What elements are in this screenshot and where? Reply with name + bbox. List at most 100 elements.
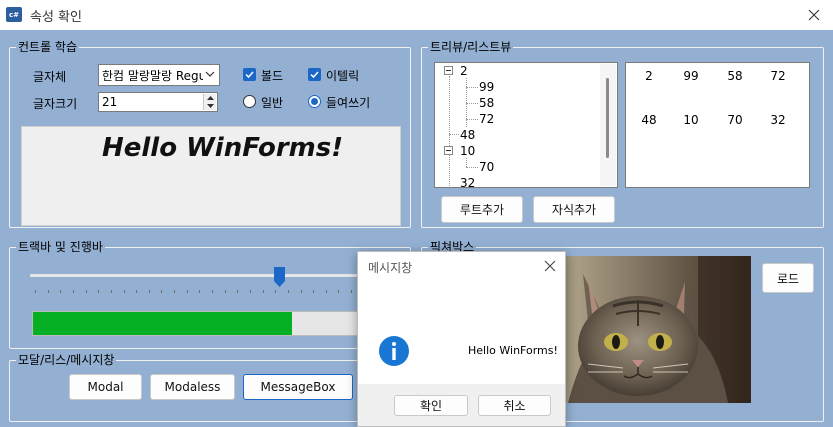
ok-button[interactable]: 확인 (394, 395, 468, 416)
list-item[interactable]: 72 (758, 69, 798, 83)
normal-label[interactable]: 일반 (261, 94, 283, 111)
collapse-icon[interactable] (444, 146, 453, 155)
tree-node[interactable]: 58 (479, 96, 494, 110)
tree-line (466, 103, 478, 104)
info-icon (379, 336, 409, 366)
track-tick (110, 290, 112, 293)
listview[interactable]: 2 99 58 72 48 10 70 32 (625, 62, 810, 188)
list-item[interactable]: 2 (629, 69, 669, 83)
track-group-title: 트랙바 및 진행바 (16, 239, 105, 255)
list-item[interactable]: 58 (715, 69, 755, 83)
cancel-button[interactable]: 취소 (478, 395, 551, 416)
check-icon (245, 71, 254, 79)
scroll-thumb[interactable] (606, 78, 609, 158)
track-tick (224, 290, 226, 293)
add-child-button[interactable]: 자식추가 (533, 196, 615, 223)
font-label: 글자체 (33, 70, 67, 84)
bold-checkbox[interactable] (243, 68, 256, 81)
close-icon[interactable] (541, 257, 559, 275)
message-box-footer: 확인 취소 (358, 384, 565, 426)
track-tick (275, 290, 277, 293)
indent-label[interactable]: 들여쓰기 (326, 94, 370, 111)
tree-node[interactable]: 2 (460, 64, 468, 78)
track-tick (212, 290, 213, 293)
track-tick (174, 290, 176, 293)
track-tick (148, 290, 150, 293)
tree-node[interactable]: 48 (460, 128, 475, 142)
message-box-title: 메시지창 (368, 261, 413, 275)
track-tick (60, 290, 62, 293)
track-tick (72, 290, 74, 293)
italic-label[interactable]: 이텔릭 (326, 67, 359, 84)
track-line (30, 274, 394, 277)
list-item[interactable]: 10 (671, 113, 711, 127)
tree-line (466, 158, 467, 167)
track-tick (237, 290, 239, 293)
size-value: 21 (102, 95, 118, 109)
track-tick (313, 290, 315, 293)
tree-scrollbar[interactable] (600, 64, 616, 186)
message-text: Hello WinForms! (468, 344, 558, 357)
treeview[interactable]: 2 99 58 72 48 10 70 32 (434, 62, 618, 188)
track-tick (300, 290, 302, 293)
list-item[interactable]: 48 (629, 113, 669, 127)
spin-buttons[interactable] (203, 94, 216, 110)
font-group-title: 컨트롤 학습 (16, 39, 80, 55)
progress-bar (32, 311, 362, 336)
tree-line (449, 134, 459, 135)
window-title: 속성 확인 (30, 10, 82, 25)
title-bar: c# 속성 확인 (0, 0, 833, 30)
track-tick (338, 290, 340, 293)
spin-up-icon[interactable] (204, 94, 216, 102)
tree-node[interactable]: 32 (460, 176, 475, 187)
list-item[interactable]: 99 (671, 69, 711, 83)
tree-node[interactable]: 10 (460, 144, 475, 158)
tree-node[interactable]: 99 (479, 80, 494, 94)
preview-text: Hello WinForms! (102, 133, 344, 163)
italic-checkbox[interactable] (308, 68, 321, 81)
track-tick (161, 290, 163, 293)
collapse-icon[interactable] (444, 66, 453, 75)
load-button[interactable]: 로드 (762, 263, 814, 293)
add-root-button[interactable]: 루트추가 (441, 196, 523, 223)
font-combobox[interactable]: 한컴 말랑말랑 Regu (98, 64, 220, 86)
progress-fill (33, 312, 293, 335)
track-tick (123, 290, 125, 293)
track-tick (351, 290, 353, 293)
normal-radio[interactable] (243, 95, 256, 108)
track-tick (136, 290, 138, 293)
modal-button[interactable]: Modal (69, 374, 142, 400)
messagebox-button[interactable]: MessageBox (243, 374, 353, 400)
track-tick (47, 290, 49, 293)
tree-line (466, 119, 478, 120)
spin-down-icon[interactable] (204, 102, 216, 110)
close-icon[interactable] (801, 2, 827, 28)
tree-line (449, 76, 450, 186)
track-tick (85, 290, 87, 293)
bold-label[interactable]: 볼드 (261, 67, 283, 84)
chevron-down-icon[interactable] (203, 67, 217, 81)
track-tick (325, 290, 327, 293)
preview-textbox[interactable]: Hello WinForms! (21, 126, 401, 226)
list-item[interactable]: 70 (715, 113, 755, 127)
list-item[interactable]: 32 (758, 113, 798, 127)
indent-radio[interactable] (308, 95, 321, 108)
tree-node[interactable]: 72 (479, 112, 494, 126)
size-label: 글자크기 (33, 97, 78, 111)
track-tick (186, 290, 188, 293)
font-combobox-value: 한컴 말랑말랑 Regu (102, 69, 207, 83)
tree-line (466, 167, 478, 168)
tree-line (466, 87, 478, 88)
track-tick (98, 290, 100, 293)
trackbar[interactable] (30, 264, 394, 294)
size-stepper[interactable]: 21 (98, 92, 218, 112)
track-tick (249, 290, 251, 293)
track-tick (35, 290, 36, 293)
modal-group-title: 모달/리스/메시지창 (16, 352, 117, 368)
tree-node[interactable]: 70 (479, 160, 494, 174)
modeless-button[interactable]: Modaless (150, 374, 235, 400)
check-icon (310, 71, 319, 79)
message-box-dialog: 메시지창 Hello WinForms! 확인 취소 (357, 251, 566, 427)
trackbar-thumb[interactable] (273, 267, 285, 287)
track-tick (199, 290, 201, 293)
